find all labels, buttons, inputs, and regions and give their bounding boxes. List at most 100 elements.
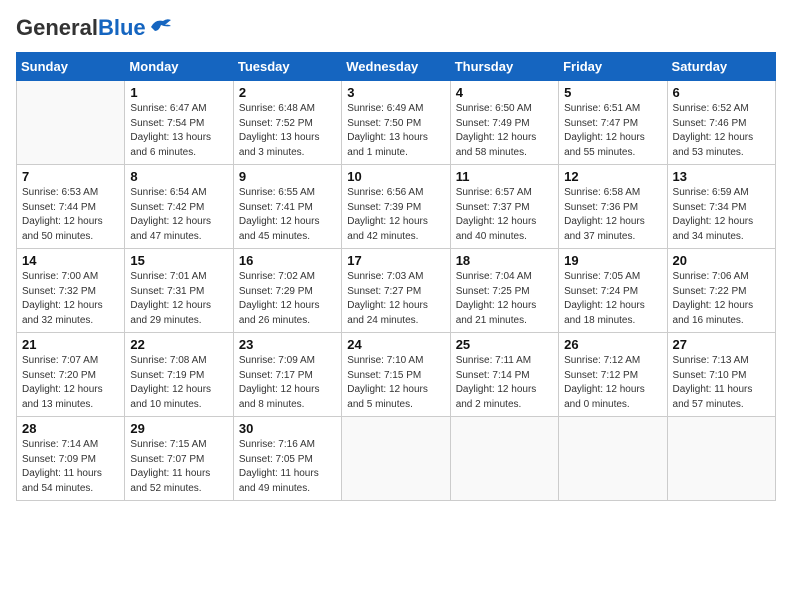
- day-info: Sunrise: 7:01 AMSunset: 7:31 PMDaylight:…: [130, 270, 227, 328]
- day-info: Sunrise: 7:00 AMSunset: 7:32 PMDaylight:…: [22, 270, 119, 328]
- day-of-week-header: Friday: [559, 53, 667, 81]
- day-number: 19: [564, 253, 661, 268]
- day-number: 18: [456, 253, 553, 268]
- calendar-week-row: 7 Sunrise: 6:53 AMSunset: 7:44 PMDaylight…: [17, 165, 776, 249]
- calendar-cell: 8 Sunrise: 6:54 AMSunset: 7:42 PMDaylight…: [125, 165, 233, 249]
- day-info: Sunrise: 7:11 AMSunset: 7:14 PMDaylight:…: [456, 354, 553, 412]
- calendar-cell: 29 Sunrise: 7:15 AMSunset: 7:07 PMDayligh…: [125, 417, 233, 501]
- day-info: Sunrise: 7:15 AMSunset: 7:07 PMDaylight:…: [130, 438, 227, 496]
- day-info: Sunrise: 6:56 AMSunset: 7:39 PMDaylight:…: [347, 186, 444, 244]
- day-info: Sunrise: 7:12 AMSunset: 7:12 PMDaylight:…: [564, 354, 661, 412]
- calendar-week-row: 1 Sunrise: 6:47 AMSunset: 7:54 PMDaylight…: [17, 81, 776, 165]
- calendar-cell: 21Sunrise: 7:07 AMSunset: 7:20 PMDayligh…: [17, 333, 125, 417]
- logo-blue-text: Blue: [98, 15, 146, 40]
- day-number: 4: [456, 85, 553, 100]
- calendar-cell: 18 Sunrise: 7:04 AMSunset: 7:25 PMDayligh…: [450, 249, 558, 333]
- day-of-week-header: Wednesday: [342, 53, 450, 81]
- day-number: 13: [673, 169, 770, 184]
- day-info: Sunrise: 6:52 AMSunset: 7:46 PMDaylight:…: [673, 102, 770, 160]
- calendar-cell: 22 Sunrise: 7:08 AMSunset: 7:19 PMDayligh…: [125, 333, 233, 417]
- day-number: 2: [239, 85, 336, 100]
- page-header: GeneralBlue: [16, 16, 776, 40]
- calendar-cell: 6 Sunrise: 6:52 AMSunset: 7:46 PMDaylight…: [667, 81, 775, 165]
- day-number: 8: [130, 169, 227, 184]
- calendar-cell: 13 Sunrise: 6:59 AMSunset: 7:34 PMDayligh…: [667, 165, 775, 249]
- calendar-cell: 27Sunrise: 7:13 AMSunset: 7:10 PMDayligh…: [667, 333, 775, 417]
- day-info: Sunrise: 6:50 AMSunset: 7:49 PMDaylight:…: [456, 102, 553, 160]
- day-number: 6: [673, 85, 770, 100]
- calendar-cell: 23Sunrise: 7:09 AMSunset: 7:17 PMDayligh…: [233, 333, 341, 417]
- calendar-cell: 10Sunrise: 6:56 AMSunset: 7:39 PMDayligh…: [342, 165, 450, 249]
- calendar-cell: 9 Sunrise: 6:55 AMSunset: 7:41 PMDaylight…: [233, 165, 341, 249]
- day-number: 30: [239, 421, 336, 436]
- day-info: Sunrise: 6:49 AMSunset: 7:50 PMDaylight:…: [347, 102, 444, 160]
- day-number: 15: [130, 253, 227, 268]
- calendar-cell: 30 Sunrise: 7:16 AMSunset: 7:05 PMDayligh…: [233, 417, 341, 501]
- day-info: Sunrise: 7:08 AMSunset: 7:19 PMDaylight:…: [130, 354, 227, 412]
- day-number: 20: [673, 253, 770, 268]
- day-number: 29: [130, 421, 227, 436]
- calendar-cell: 24Sunrise: 7:10 AMSunset: 7:15 PMDayligh…: [342, 333, 450, 417]
- calendar-cell: 1 Sunrise: 6:47 AMSunset: 7:54 PMDaylight…: [125, 81, 233, 165]
- calendar-cell: 25 Sunrise: 7:11 AMSunset: 7:14 PMDayligh…: [450, 333, 558, 417]
- logo-bird-icon: [149, 17, 173, 35]
- day-number: 27: [673, 337, 770, 352]
- day-number: 9: [239, 169, 336, 184]
- day-info: Sunrise: 7:14 AMSunset: 7:09 PMDaylight:…: [22, 438, 119, 496]
- calendar-week-row: 28 Sunrise: 7:14 AMSunset: 7:09 PMDayligh…: [17, 417, 776, 501]
- calendar-cell: 14 Sunrise: 7:00 AMSunset: 7:32 PMDayligh…: [17, 249, 125, 333]
- day-info: Sunrise: 7:09 AMSunset: 7:17 PMDaylight:…: [239, 354, 336, 412]
- calendar-cell: [342, 417, 450, 501]
- calendar-week-row: 14 Sunrise: 7:00 AMSunset: 7:32 PMDayligh…: [17, 249, 776, 333]
- calendar-cell: 4 Sunrise: 6:50 AMSunset: 7:49 PMDaylight…: [450, 81, 558, 165]
- calendar-cell: [559, 417, 667, 501]
- day-info: Sunrise: 6:55 AMSunset: 7:41 PMDaylight:…: [239, 186, 336, 244]
- calendar-header-row: SundayMondayTuesdayWednesdayThursdayFrid…: [17, 53, 776, 81]
- calendar-cell: 20 Sunrise: 7:06 AMSunset: 7:22 PMDayligh…: [667, 249, 775, 333]
- day-info: Sunrise: 6:57 AMSunset: 7:37 PMDaylight:…: [456, 186, 553, 244]
- day-number: 7: [22, 169, 119, 184]
- day-info: Sunrise: 7:05 AMSunset: 7:24 PMDaylight:…: [564, 270, 661, 328]
- day-number: 11: [456, 169, 553, 184]
- day-info: Sunrise: 6:53 AMSunset: 7:44 PMDaylight:…: [22, 186, 119, 244]
- day-number: 5: [564, 85, 661, 100]
- day-of-week-header: Saturday: [667, 53, 775, 81]
- day-of-week-header: Tuesday: [233, 53, 341, 81]
- calendar-cell: 2 Sunrise: 6:48 AMSunset: 7:52 PMDaylight…: [233, 81, 341, 165]
- day-info: Sunrise: 7:04 AMSunset: 7:25 PMDaylight:…: [456, 270, 553, 328]
- day-of-week-header: Thursday: [450, 53, 558, 81]
- logo-general-text: General: [16, 15, 98, 40]
- calendar-cell: 7 Sunrise: 6:53 AMSunset: 7:44 PMDaylight…: [17, 165, 125, 249]
- calendar-week-row: 21Sunrise: 7:07 AMSunset: 7:20 PMDayligh…: [17, 333, 776, 417]
- day-info: Sunrise: 7:16 AMSunset: 7:05 PMDaylight:…: [239, 438, 336, 496]
- day-info: Sunrise: 7:07 AMSunset: 7:20 PMDaylight:…: [22, 354, 119, 412]
- day-number: 1: [130, 85, 227, 100]
- day-info: Sunrise: 7:02 AMSunset: 7:29 PMDaylight:…: [239, 270, 336, 328]
- day-info: Sunrise: 6:58 AMSunset: 7:36 PMDaylight:…: [564, 186, 661, 244]
- calendar-cell: 12 Sunrise: 6:58 AMSunset: 7:36 PMDayligh…: [559, 165, 667, 249]
- calendar-cell: 16Sunrise: 7:02 AMSunset: 7:29 PMDayligh…: [233, 249, 341, 333]
- day-number: 28: [22, 421, 119, 436]
- calendar-cell: [667, 417, 775, 501]
- day-info: Sunrise: 7:10 AMSunset: 7:15 PMDaylight:…: [347, 354, 444, 412]
- day-info: Sunrise: 6:59 AMSunset: 7:34 PMDaylight:…: [673, 186, 770, 244]
- day-info: Sunrise: 6:51 AMSunset: 7:47 PMDaylight:…: [564, 102, 661, 160]
- day-info: Sunrise: 6:54 AMSunset: 7:42 PMDaylight:…: [130, 186, 227, 244]
- calendar-cell: 3 Sunrise: 6:49 AMSunset: 7:50 PMDaylight…: [342, 81, 450, 165]
- calendar-cell: 17Sunrise: 7:03 AMSunset: 7:27 PMDayligh…: [342, 249, 450, 333]
- day-number: 22: [130, 337, 227, 352]
- day-number: 12: [564, 169, 661, 184]
- day-info: Sunrise: 6:47 AMSunset: 7:54 PMDaylight:…: [130, 102, 227, 160]
- day-number: 25: [456, 337, 553, 352]
- day-info: Sunrise: 6:48 AMSunset: 7:52 PMDaylight:…: [239, 102, 336, 160]
- calendar-cell: [17, 81, 125, 165]
- calendar-cell: 11 Sunrise: 6:57 AMSunset: 7:37 PMDayligh…: [450, 165, 558, 249]
- day-of-week-header: Sunday: [17, 53, 125, 81]
- calendar-cell: 26Sunrise: 7:12 AMSunset: 7:12 PMDayligh…: [559, 333, 667, 417]
- calendar-table: SundayMondayTuesdayWednesdayThursdayFrid…: [16, 52, 776, 501]
- day-info: Sunrise: 7:06 AMSunset: 7:22 PMDaylight:…: [673, 270, 770, 328]
- day-number: 3: [347, 85, 444, 100]
- calendar-cell: 28 Sunrise: 7:14 AMSunset: 7:09 PMDayligh…: [17, 417, 125, 501]
- day-number: 14: [22, 253, 119, 268]
- day-info: Sunrise: 7:03 AMSunset: 7:27 PMDaylight:…: [347, 270, 444, 328]
